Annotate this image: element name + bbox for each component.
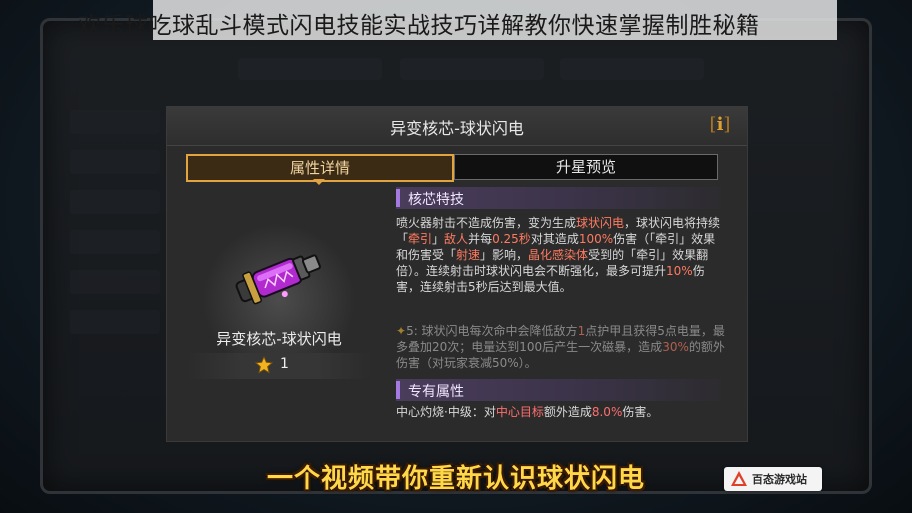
text-segment: 中心灼烧·中级：对 bbox=[396, 405, 496, 419]
highlight-text: 敌人 bbox=[444, 232, 469, 246]
star-bonus-description: ✦5: 球状闪电每次命中会降低敌方1点护甲且获得5点电量，最多叠加20次；电量达… bbox=[396, 323, 726, 371]
section-accent-bar bbox=[396, 381, 400, 399]
section-title: 专有属性 bbox=[408, 384, 464, 400]
core-skill-description: 喷火器射击不造成伤害，变为生成球状闪电，球状闪电将持续「牵引」敌人并每0.25秒… bbox=[396, 215, 726, 295]
star-icon bbox=[255, 356, 273, 374]
tab-star-preview[interactable]: 升星预览 bbox=[454, 154, 718, 180]
star-bonus-icon: ✦ bbox=[396, 324, 407, 338]
section-title: 核芯特技 bbox=[408, 192, 464, 208]
text-segment: 」 bbox=[432, 232, 445, 246]
watermark-logo-icon bbox=[731, 471, 747, 486]
tab-label: 升星预览 bbox=[555, 158, 616, 176]
highlight-text: 100% bbox=[578, 232, 614, 246]
highlight-text: 球状闪电 bbox=[576, 216, 625, 230]
text-segment: 伤害。 bbox=[622, 405, 659, 419]
highlight-text: 8.0% bbox=[591, 405, 623, 419]
text-segment: 对其造成 bbox=[530, 232, 579, 246]
highlight-text: 中心目标 bbox=[495, 405, 544, 419]
page-title: 欢乐球吃球乱斗模式闪电技能实战技巧详解教你快速掌握制胜秘籍 bbox=[78, 13, 760, 39]
watermark-badge: 百态游戏站 bbox=[724, 467, 822, 491]
highlight-text: 牵引 bbox=[408, 232, 433, 246]
exclusive-description: 中心灼烧·中级：对中心目标额外造成8.0%伤害。 bbox=[396, 404, 726, 420]
tab-label: 属性详情 bbox=[289, 159, 350, 177]
text-segment: 5: 球状闪电每次命中会降低敌方 bbox=[406, 324, 578, 338]
dialog-title: 异变核芯-球状闪电 bbox=[390, 119, 524, 138]
dialog-header: 异变核芯-球状闪电 [i] bbox=[167, 107, 747, 146]
active-tab-caret-icon bbox=[313, 179, 325, 185]
text-segment: 喷火器射击不造成伤害，变为生成 bbox=[396, 216, 577, 230]
section-header-exclusive: 专有属性 bbox=[396, 379, 721, 401]
star-count: 1 bbox=[280, 356, 289, 372]
highlight-text: 晶化感染体 bbox=[528, 248, 589, 262]
section-accent-bar bbox=[396, 189, 400, 207]
info-icon[interactable]: [i] bbox=[707, 114, 733, 136]
purple-cannon-icon bbox=[235, 254, 321, 305]
highlight-text: 射速 bbox=[456, 248, 481, 262]
highlight-text: 0.25秒 bbox=[492, 232, 531, 246]
star-level-row: 1 bbox=[187, 353, 371, 379]
item-name: 异变核芯-球状闪电 bbox=[216, 330, 342, 348]
highlight-text: 10% bbox=[666, 264, 693, 278]
text-segment: 额外造成 bbox=[543, 405, 592, 419]
watermark-text: 百态游戏站 bbox=[752, 473, 807, 486]
highlight-text: 30% bbox=[662, 340, 689, 354]
item-detail-dialog: 异变核芯-球状闪电 [i] 属性详情 升星预览 异变核芯-球状闪电 1 核芯特技… bbox=[166, 106, 748, 442]
text-segment: 」影响， bbox=[480, 248, 529, 262]
text-segment: 并每 bbox=[468, 232, 493, 246]
section-header-core-skill: 核芯特技 bbox=[396, 187, 721, 209]
tab-attribute-details[interactable]: 属性详情 bbox=[186, 154, 454, 182]
